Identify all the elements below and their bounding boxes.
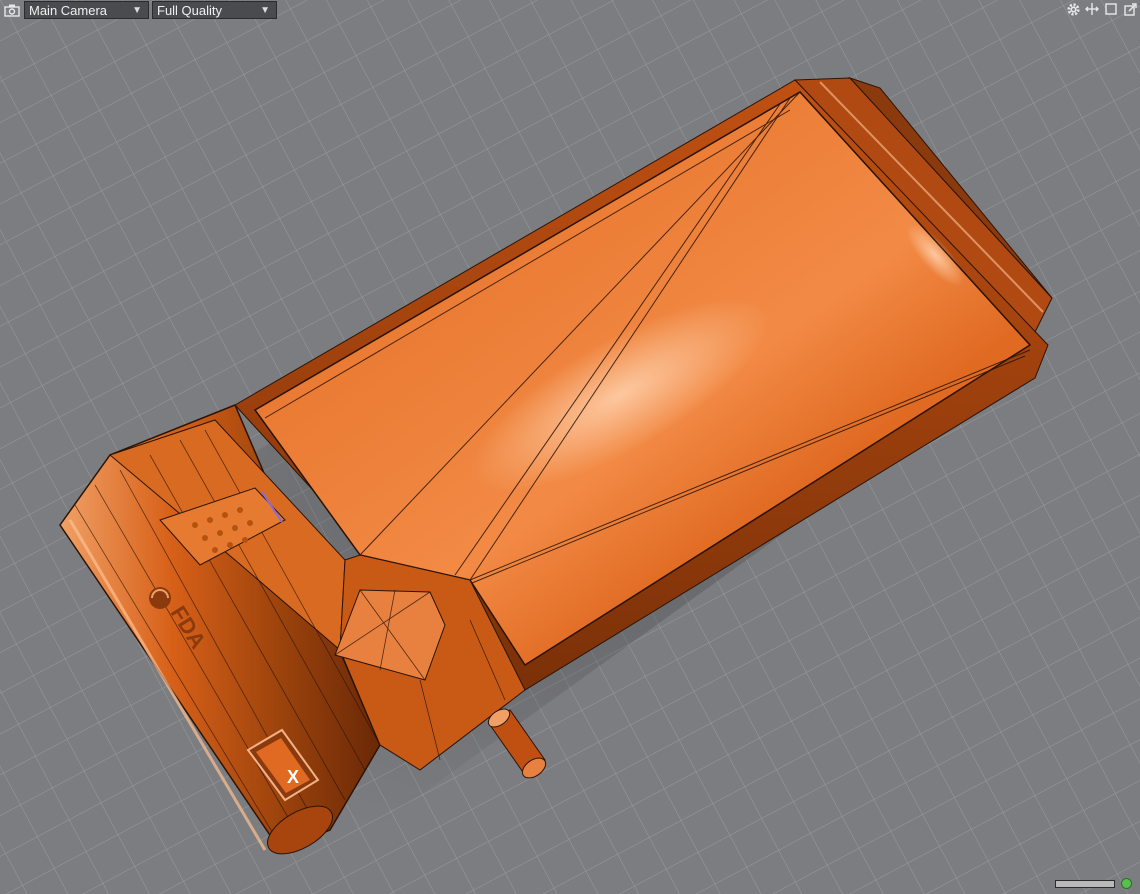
chevron-down-icon: ▼ — [132, 4, 142, 16]
chevron-down-icon: ▼ — [260, 4, 270, 16]
svg-text:X: X — [287, 767, 299, 787]
render-progress-fill — [1056, 880, 1114, 887]
render-progress-bar — [1055, 879, 1115, 888]
quality-select[interactable]: Full Quality ▼ — [152, 1, 277, 19]
move-arrows-icon[interactable] — [1084, 1, 1100, 17]
render-status — [1055, 878, 1132, 889]
gear-icon[interactable] — [1065, 1, 1081, 17]
viewport-controls — [1065, 0, 1138, 18]
camera-icon[interactable] — [3, 1, 21, 19]
camera-select[interactable]: Main Camera ▼ — [24, 1, 149, 19]
scene-canvas[interactable]: FDA X — [0, 0, 1140, 894]
quality-select-value: Full Quality — [157, 2, 223, 18]
maximize-square-icon[interactable] — [1103, 1, 1119, 17]
render-status-indicator — [1121, 878, 1132, 889]
camera-select-value: Main Camera — [29, 2, 108, 18]
popout-window-icon[interactable] — [1122, 1, 1138, 17]
3d-viewport[interactable]: FDA X Main Camera ▼ Full Quality ▼ — [0, 0, 1140, 894]
viewport-toolbar: Main Camera ▼ Full Quality ▼ — [0, 0, 277, 20]
